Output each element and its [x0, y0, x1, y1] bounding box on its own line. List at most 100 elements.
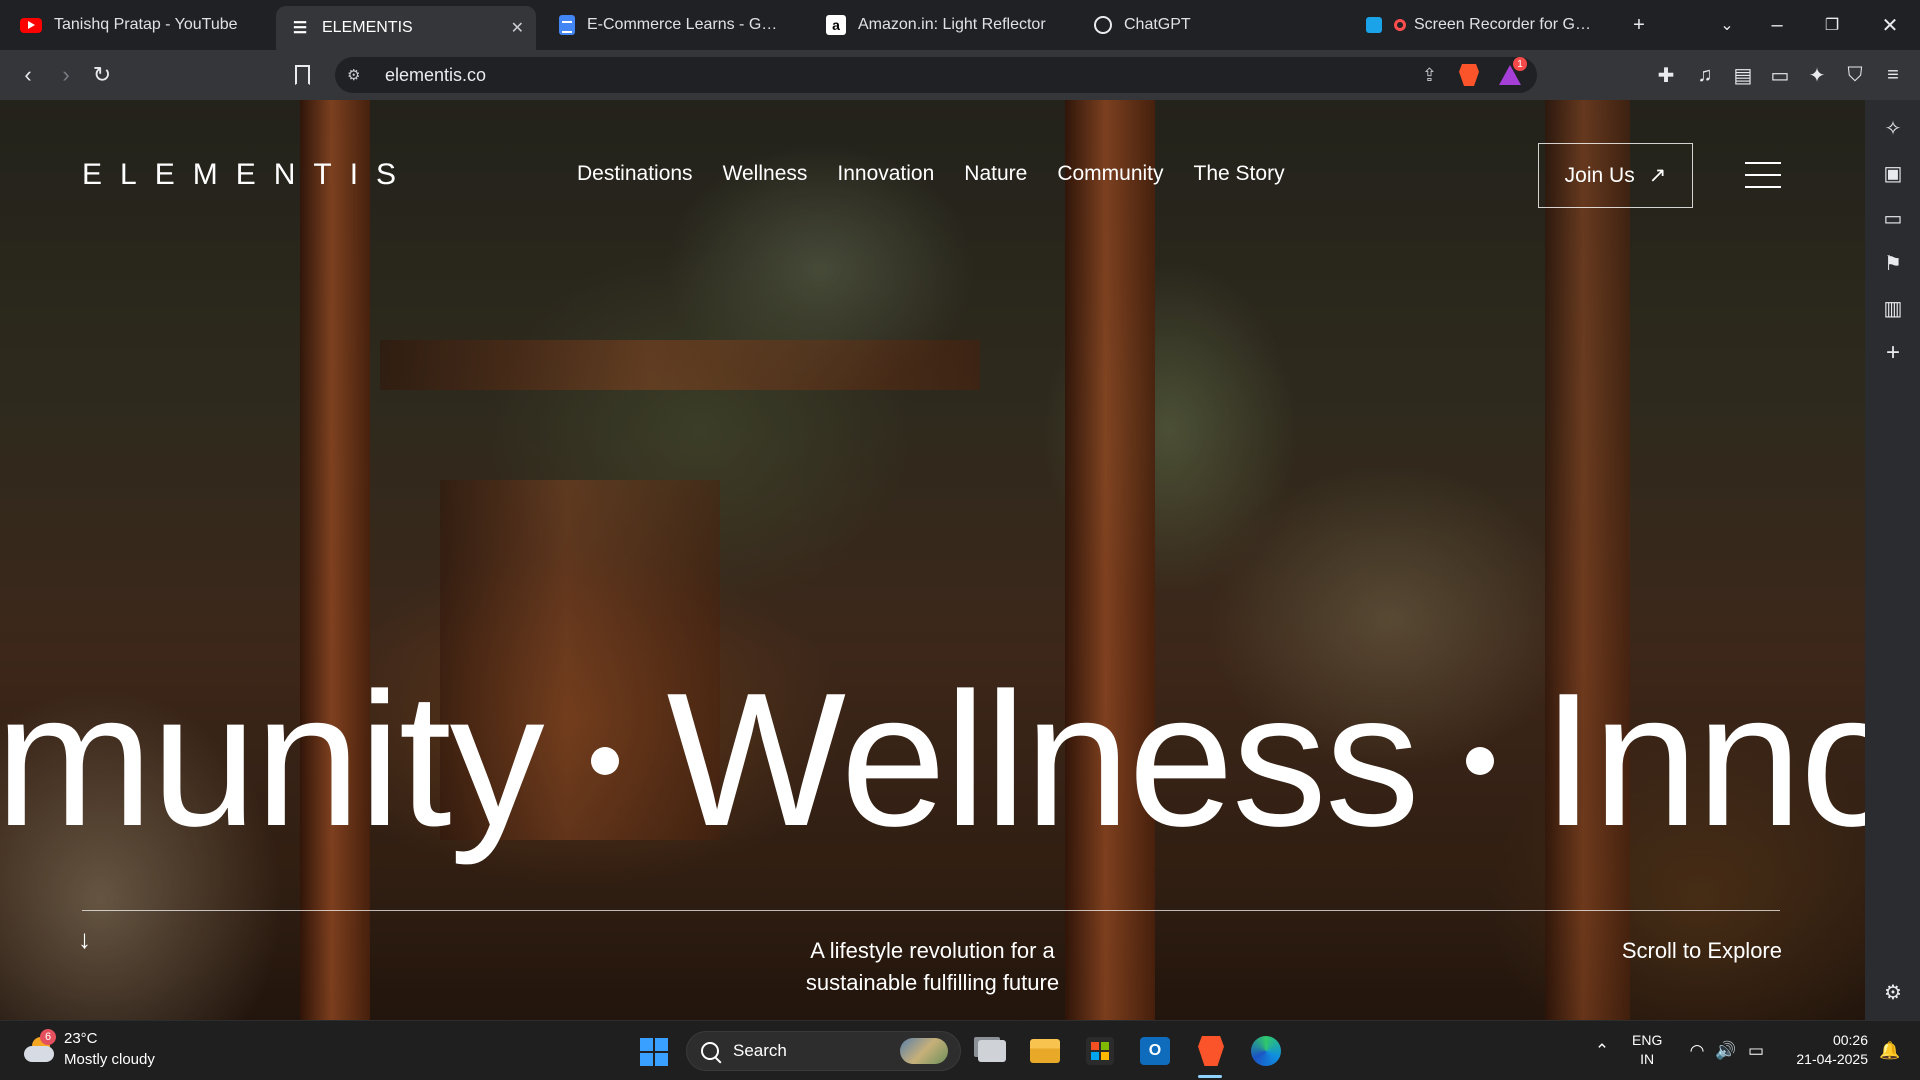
search-highlight-image: [900, 1038, 948, 1064]
leo-ai-icon[interactable]: ✦: [1800, 58, 1834, 92]
back-button[interactable]: ‹: [10, 57, 46, 93]
file-explorer-button[interactable]: [1027, 1033, 1063, 1069]
bullet-dot: [1465, 746, 1494, 775]
notifications-icon[interactable]: 🔔: [1878, 1039, 1902, 1063]
bookmark-icon[interactable]: [295, 65, 310, 85]
active-app-indicator: [1198, 1075, 1222, 1078]
clock-time: 00:26: [1832, 1032, 1868, 1048]
system-clock[interactable]: 00:26 21-04-2025: [1780, 1031, 1868, 1069]
tab-title: E-Commerce Learns - Google D: [587, 16, 786, 33]
new-tab-button[interactable]: +: [1622, 8, 1656, 42]
sidebar-toggle-icon[interactable]: ▤: [1726, 58, 1760, 92]
nav-innovation[interactable]: Innovation: [837, 162, 934, 186]
tab-chatgpt[interactable]: ChatGPT: [1080, 6, 1335, 44]
taskbar: 6 23°C Mostly cloudy Search O ⌃ ENG IN ◠…: [0, 1020, 1920, 1080]
tab-elementis[interactable]: ☰ ELEMENTIS ✕: [276, 6, 536, 50]
menu-icon[interactable]: ≡: [1876, 58, 1910, 92]
forward-button[interactable]: ›: [48, 57, 84, 93]
tagline-line: A lifestyle revolution for a: [810, 938, 1055, 963]
wallet-icon[interactable]: ▭: [1878, 203, 1908, 233]
folder-icon: [1030, 1039, 1060, 1063]
elementis-icon: ☰: [292, 20, 308, 37]
vpn-icon[interactable]: ⛉: [1838, 58, 1872, 92]
region-code: IN: [1640, 1051, 1655, 1067]
lang-code: ENG: [1632, 1032, 1663, 1048]
task-view-button[interactable]: [974, 1033, 1010, 1069]
browser-toolbar: ‹ › ↻ ⚙ elementis.co ⇪ 1 ✚ ♫ ▤ ▭ ✦ ⛉ ≡: [0, 50, 1920, 100]
wallet-panel-icon[interactable]: ▣: [1878, 158, 1908, 188]
edge-icon: [1251, 1036, 1281, 1066]
tab-title: ChatGPT: [1124, 16, 1191, 33]
battery-icon[interactable]: ▭: [1744, 1039, 1768, 1063]
wifi-icon[interactable]: ◠: [1685, 1039, 1709, 1063]
rewards-badge: 1: [1513, 57, 1527, 71]
outlook-button[interactable]: O: [1137, 1033, 1173, 1069]
nav-wellness[interactable]: Wellness: [723, 162, 808, 186]
volume-icon[interactable]: 🔊: [1714, 1039, 1738, 1063]
tab-title: Screen Recorder for Google: [1414, 16, 1593, 33]
page-viewport: ELEMENTIS Destinations Wellness Innovati…: [0, 100, 1865, 1020]
url-text[interactable]: elementis.co: [385, 65, 486, 86]
extensions-icon[interactable]: ✚: [1649, 58, 1683, 92]
clock-date: 21-04-2025: [1796, 1051, 1868, 1067]
share-icon[interactable]: ⇪: [1422, 65, 1437, 86]
settings-gear-icon[interactable]: ⚙: [1878, 977, 1908, 1007]
join-us-label: Join Us: [1564, 163, 1635, 187]
nav-destinations[interactable]: Destinations: [577, 162, 693, 186]
nav-community[interactable]: Community: [1057, 162, 1163, 186]
add-panel-icon[interactable]: +: [1878, 338, 1908, 368]
outlook-icon: O: [1140, 1037, 1170, 1065]
close-window-button[interactable]: ✕: [1873, 8, 1907, 42]
site-logo[interactable]: ELEMENTIS: [82, 158, 414, 192]
hero-tagline: A lifestyle revolution for a sustainable…: [770, 935, 1095, 999]
search-placeholder: Search: [733, 1041, 787, 1060]
background-shade: [0, 100, 1865, 1020]
wallet-icon[interactable]: ▭: [1763, 58, 1797, 92]
close-tab-icon[interactable]: ✕: [511, 18, 524, 38]
store-icon: [1086, 1037, 1114, 1065]
tagline-line: sustainable fulfilling future: [805, 970, 1060, 995]
taskbar-search[interactable]: Search: [686, 1031, 961, 1071]
weather-badge: 6: [40, 1029, 56, 1045]
media-icon[interactable]: ♫: [1688, 58, 1722, 92]
tab-screen-recorder[interactable]: Screen Recorder for Google: [1352, 6, 1607, 44]
tab-youtube[interactable]: Tanishq Pratap - YouTube: [6, 6, 271, 44]
restore-button[interactable]: ❐: [1815, 8, 1849, 42]
input-language[interactable]: ENG IN: [1632, 1031, 1662, 1069]
google-docs-icon: [559, 15, 575, 35]
task-view-icon: [978, 1040, 1006, 1062]
marquee-word: munity: [0, 654, 545, 866]
tab-title: ELEMENTIS: [322, 19, 413, 36]
scroll-to-explore[interactable]: Scroll to Explore: [1560, 938, 1782, 964]
reload-button[interactable]: ↻: [84, 57, 120, 93]
tab-amazon[interactable]: a Amazon.in: Light Reflector: [812, 6, 1067, 44]
start-button[interactable]: [640, 1038, 668, 1066]
hamburger-menu-icon[interactable]: [1745, 162, 1781, 188]
tab-title: Amazon.in: Light Reflector: [858, 16, 1046, 33]
arrow-down-icon[interactable]: ↓: [78, 924, 91, 955]
chevron-up-icon[interactable]: ⌃: [1590, 1039, 1614, 1063]
nav-nature[interactable]: Nature: [964, 162, 1027, 186]
tab-google-docs[interactable]: E-Commerce Learns - Google D: [545, 6, 800, 44]
nav-the-story[interactable]: The Story: [1194, 162, 1285, 186]
tab-title: Tanishq Pratap - YouTube: [54, 16, 238, 33]
hero-divider: [82, 910, 1780, 911]
leo-ai-icon[interactable]: ✧: [1878, 113, 1908, 143]
hero-marquee: munityWellnessInnov: [0, 665, 1865, 855]
brave-shields-icon[interactable]: [1459, 64, 1479, 86]
brave-button[interactable]: [1193, 1033, 1229, 1069]
join-us-button[interactable]: Join Us ↗: [1538, 143, 1693, 208]
tab-search-chevron-icon[interactable]: ⌄: [1710, 8, 1744, 42]
bookmarks-icon[interactable]: ⚑: [1878, 248, 1908, 278]
minimize-button[interactable]: –: [1760, 8, 1794, 42]
recording-icon: [1394, 19, 1406, 31]
weather-condition[interactable]: Mostly cloudy: [64, 1051, 155, 1068]
browser-sidebar: ✧ ▣ ▭ ⚑ ▥ + ⚙: [1865, 100, 1920, 1020]
screen-recorder-icon: [1366, 17, 1382, 33]
reading-list-icon[interactable]: ▥: [1878, 293, 1908, 323]
weather-temperature[interactable]: 23°C: [64, 1030, 98, 1047]
edge-button[interactable]: [1248, 1033, 1284, 1069]
site-settings-icon[interactable]: ⚙: [347, 66, 371, 84]
microsoft-store-button[interactable]: [1082, 1033, 1118, 1069]
address-bar[interactable]: ⚙ elementis.co ⇪ 1: [335, 57, 1537, 93]
